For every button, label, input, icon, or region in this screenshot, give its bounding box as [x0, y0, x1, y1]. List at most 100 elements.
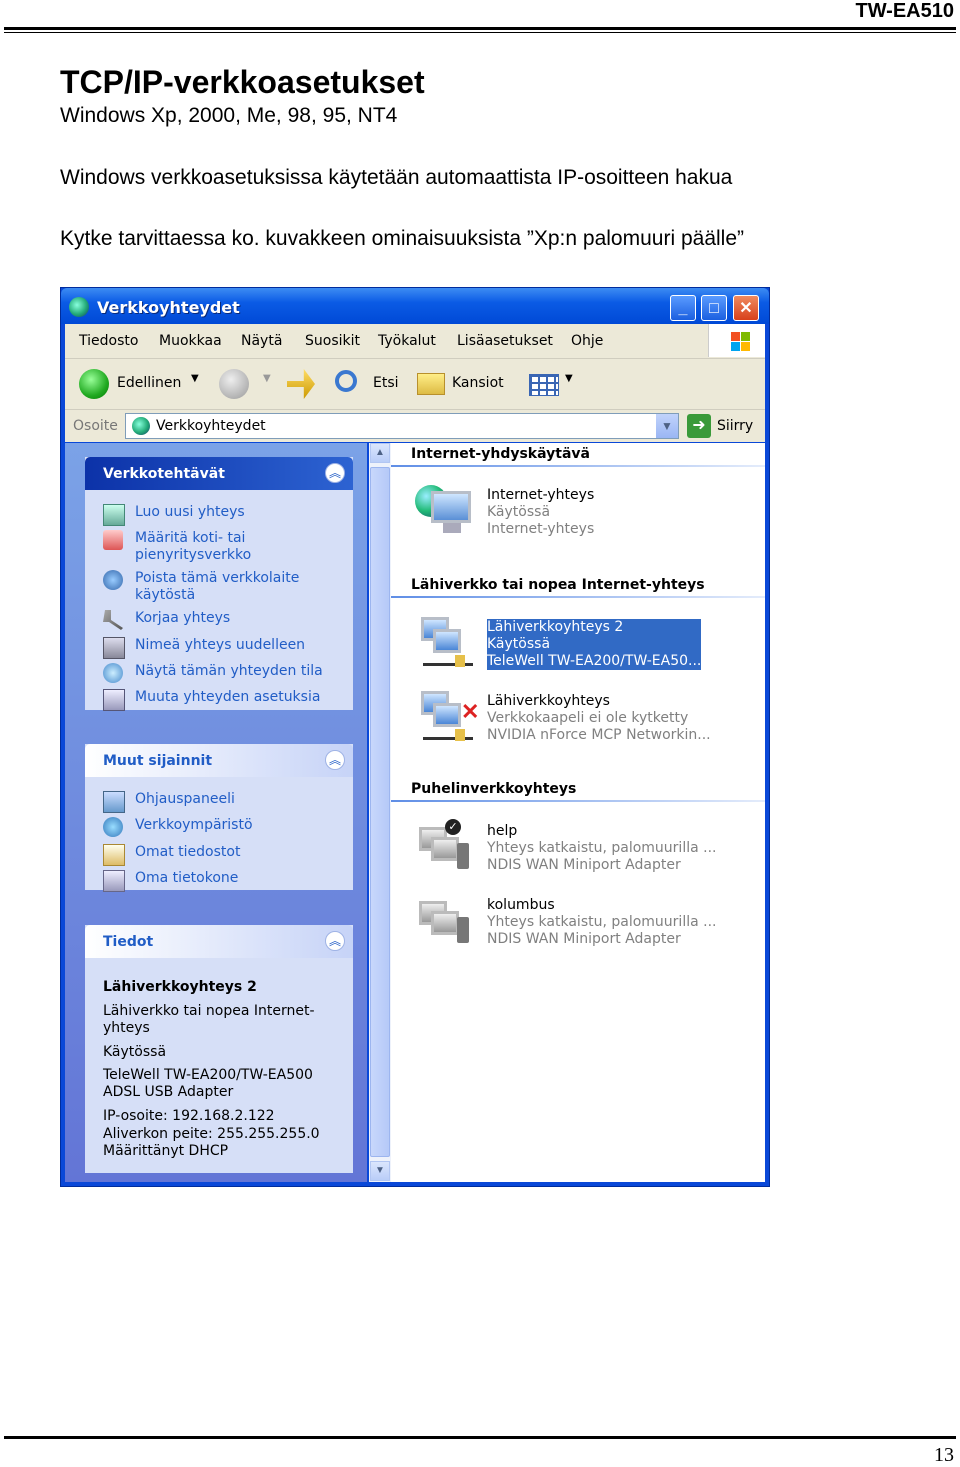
search-icon[interactable] [335, 370, 357, 392]
collapse-chevron-icon[interactable]: ︽ [325, 463, 345, 483]
back-button[interactable]: Edellinen [117, 375, 181, 391]
connection-name: help [487, 823, 518, 839]
address-input[interactable]: Verkkoyhteydet ▼ [125, 413, 679, 439]
page-subtitle: Windows Xp, 2000, Me, 98, 95, NT4 [60, 104, 398, 127]
task-pane: Verkkotehtävät ︽ Luo uusi yhteys Määritä… [65, 443, 367, 1182]
internet-gateway-icon [415, 483, 479, 547]
other-places-panel: Muut sijainnit ︽ Ohjauspaneeli Verkkoymp… [85, 744, 353, 892]
address-dropdown-icon[interactable]: ▼ [656, 414, 678, 438]
connection-kolumbus[interactable]: kolumbus Yhteys katkaistu, palomuurilla .… [411, 893, 761, 963]
menu-nayta[interactable]: Näytä [241, 333, 282, 349]
connection-lan[interactable]: ✕ Lähiverkkoyhteys Verkkokaapeli ei ole k… [411, 689, 761, 759]
network-places-icon [103, 817, 123, 837]
collapse-chevron-icon[interactable]: ︽ [325, 931, 345, 951]
document-model-code: TW-EA510 [855, 0, 954, 22]
details-adapter: TeleWell TW-EA200/TW-EA500 ADSL USB Adap… [103, 1067, 313, 1100]
minimize-button[interactable]: _ [670, 295, 696, 321]
menu-tiedosto[interactable]: Tiedosto [79, 333, 138, 349]
dialup-connection-icon [415, 893, 479, 957]
views-dropdown-icon[interactable]: ▼ [565, 373, 573, 384]
details-header[interactable]: Tiedot ︽ [85, 925, 353, 958]
status-icon [103, 663, 123, 683]
connection-name: kolumbus [487, 897, 555, 913]
header-rule [4, 27, 956, 30]
footer-rule [4, 1436, 956, 1439]
scroll-down-icon[interactable]: ▼ [370, 1161, 390, 1181]
group-divider [391, 800, 765, 802]
connection-lan-2[interactable]: Lähiverkkoyhteys 2 Käytössä TeleWell TW-EA… [411, 615, 761, 685]
menu-lisaasetukset[interactable]: Lisäasetukset [457, 333, 553, 349]
other-places-title: Muut sijainnit [103, 753, 213, 769]
paragraph-firewall: Kytke tarvittaessa ko. kuvakkeen ominais… [60, 227, 744, 250]
folders-icon[interactable] [417, 373, 445, 395]
back-arrow-icon[interactable] [79, 369, 109, 399]
page-title: TCP/IP-verkkoasetukset [60, 64, 425, 100]
lan-connection-icon [415, 615, 479, 679]
network-tasks-panel: Verkkotehtävät ︽ Luo uusi yhteys Määritä… [85, 457, 353, 711]
firewall-lock-icon: ✓ [445, 819, 461, 835]
paragraph-auto-ip: Windows verkkoasetuksissa käytetään auto… [60, 166, 733, 189]
group-title-dialup: Puhelinverkkoyhteys [411, 781, 577, 797]
disable-device-icon [103, 570, 123, 590]
group-divider [391, 465, 765, 467]
go-arrow-icon[interactable]: ➜ [687, 414, 711, 438]
folders-button[interactable]: Kansiot [452, 375, 504, 391]
close-button[interactable]: ✕ [733, 295, 759, 321]
connection-device: NDIS WAN Miniport Adapter [487, 857, 681, 873]
network-connections-icon [69, 297, 89, 317]
group-title-gateway: Internet-yhdyskäytävä [411, 446, 590, 462]
maximize-button[interactable]: □ [701, 295, 727, 321]
address-bar: Osoite Verkkoyhteydet ▼ ➜ Siirry [65, 410, 765, 442]
menu-muokkaa[interactable]: Muokkaa [159, 333, 222, 349]
collapse-chevron-icon[interactable]: ︽ [325, 750, 345, 770]
scroll-thumb[interactable] [370, 467, 390, 1157]
window-title: Verkkoyhteydet [97, 298, 240, 317]
forward-arrow-icon[interactable] [219, 369, 249, 399]
details-name: Lähiverkkoyhteys 2 [103, 979, 257, 995]
toolbar: Edellinen ▼ ▼ Etsi Kansiot ▼ [65, 359, 765, 410]
header-rule-thin [4, 32, 956, 33]
connection-help[interactable]: ✓ help Yhteys katkaistu, palomuurilla ...… [411, 819, 761, 889]
my-documents-icon [103, 844, 125, 866]
details-ip: IP-osoite: 192.168.2.122 [103, 1108, 275, 1124]
network-tasks-header[interactable]: Verkkotehtävät ︽ [85, 457, 353, 490]
connection-status: Verkkokaapeli ei ole kytketty [487, 710, 689, 726]
menu-ohje[interactable]: Ohje [571, 333, 603, 349]
go-button[interactable]: Siirry [717, 418, 753, 434]
connection-status: Yhteys katkaistu, palomuurilla ... [487, 840, 717, 856]
menu-tyokalut[interactable]: Työkalut [378, 333, 436, 349]
connection-internet[interactable]: Internet-yhteys Käytössä Internet-yhteys [411, 483, 761, 553]
dialup-connection-icon: ✓ [415, 819, 479, 883]
menu-suosikit[interactable]: Suosikit [305, 333, 360, 349]
connection-status: Käytössä [487, 636, 551, 652]
connection-status: Yhteys katkaistu, palomuurilla ... [487, 914, 717, 930]
network-connections-window: Verkkoyhteydet _ □ ✕ Tiedosto Muokkaa Nä… [60, 287, 770, 1187]
connection-device: NDIS WAN Miniport Adapter [487, 931, 681, 947]
group-divider [391, 596, 765, 598]
views-icon[interactable] [529, 374, 559, 396]
window-titlebar[interactable]: Verkkoyhteydet _ □ ✕ [61, 288, 769, 324]
details-mask: Aliverkon peite: 255.255.255.0 [103, 1126, 320, 1142]
connection-name: Lähiverkkoyhteys 2 [487, 619, 624, 635]
other-places-header[interactable]: Muut sijainnit ︽ [85, 744, 353, 777]
repair-wrench-icon [103, 610, 123, 630]
connection-device: Internet-yhteys [487, 521, 595, 537]
group-title-lan: Lähiverkko tai nopea Internet-yhteys [411, 577, 705, 593]
back-dropdown-icon[interactable]: ▼ [191, 373, 199, 384]
connection-status: Käytössä [487, 504, 551, 520]
lan-connection-icon: ✕ [415, 689, 479, 753]
vertical-scrollbar[interactable]: ▲ ▼ [369, 443, 391, 1182]
up-folder-icon[interactable] [287, 369, 315, 399]
scroll-up-icon[interactable]: ▲ [370, 443, 390, 463]
forward-dropdown-icon[interactable]: ▼ [263, 373, 271, 384]
details-title: Tiedot [103, 934, 154, 950]
network-connections-icon [132, 417, 150, 435]
details-status: Käytössä [103, 1044, 167, 1060]
search-button[interactable]: Etsi [373, 375, 399, 391]
menu-bar: Tiedosto Muokkaa Näytä Suosikit Työkalut… [65, 324, 765, 359]
windows-logo-icon [708, 324, 765, 357]
connection-name: Lähiverkkoyhteys [487, 693, 610, 709]
disconnected-x-icon: ✕ [461, 699, 480, 724]
new-connection-icon [103, 504, 125, 526]
details-panel: Tiedot ︽ Lähiverkkoyhteys 2 Lähiverkko t… [85, 925, 353, 1173]
